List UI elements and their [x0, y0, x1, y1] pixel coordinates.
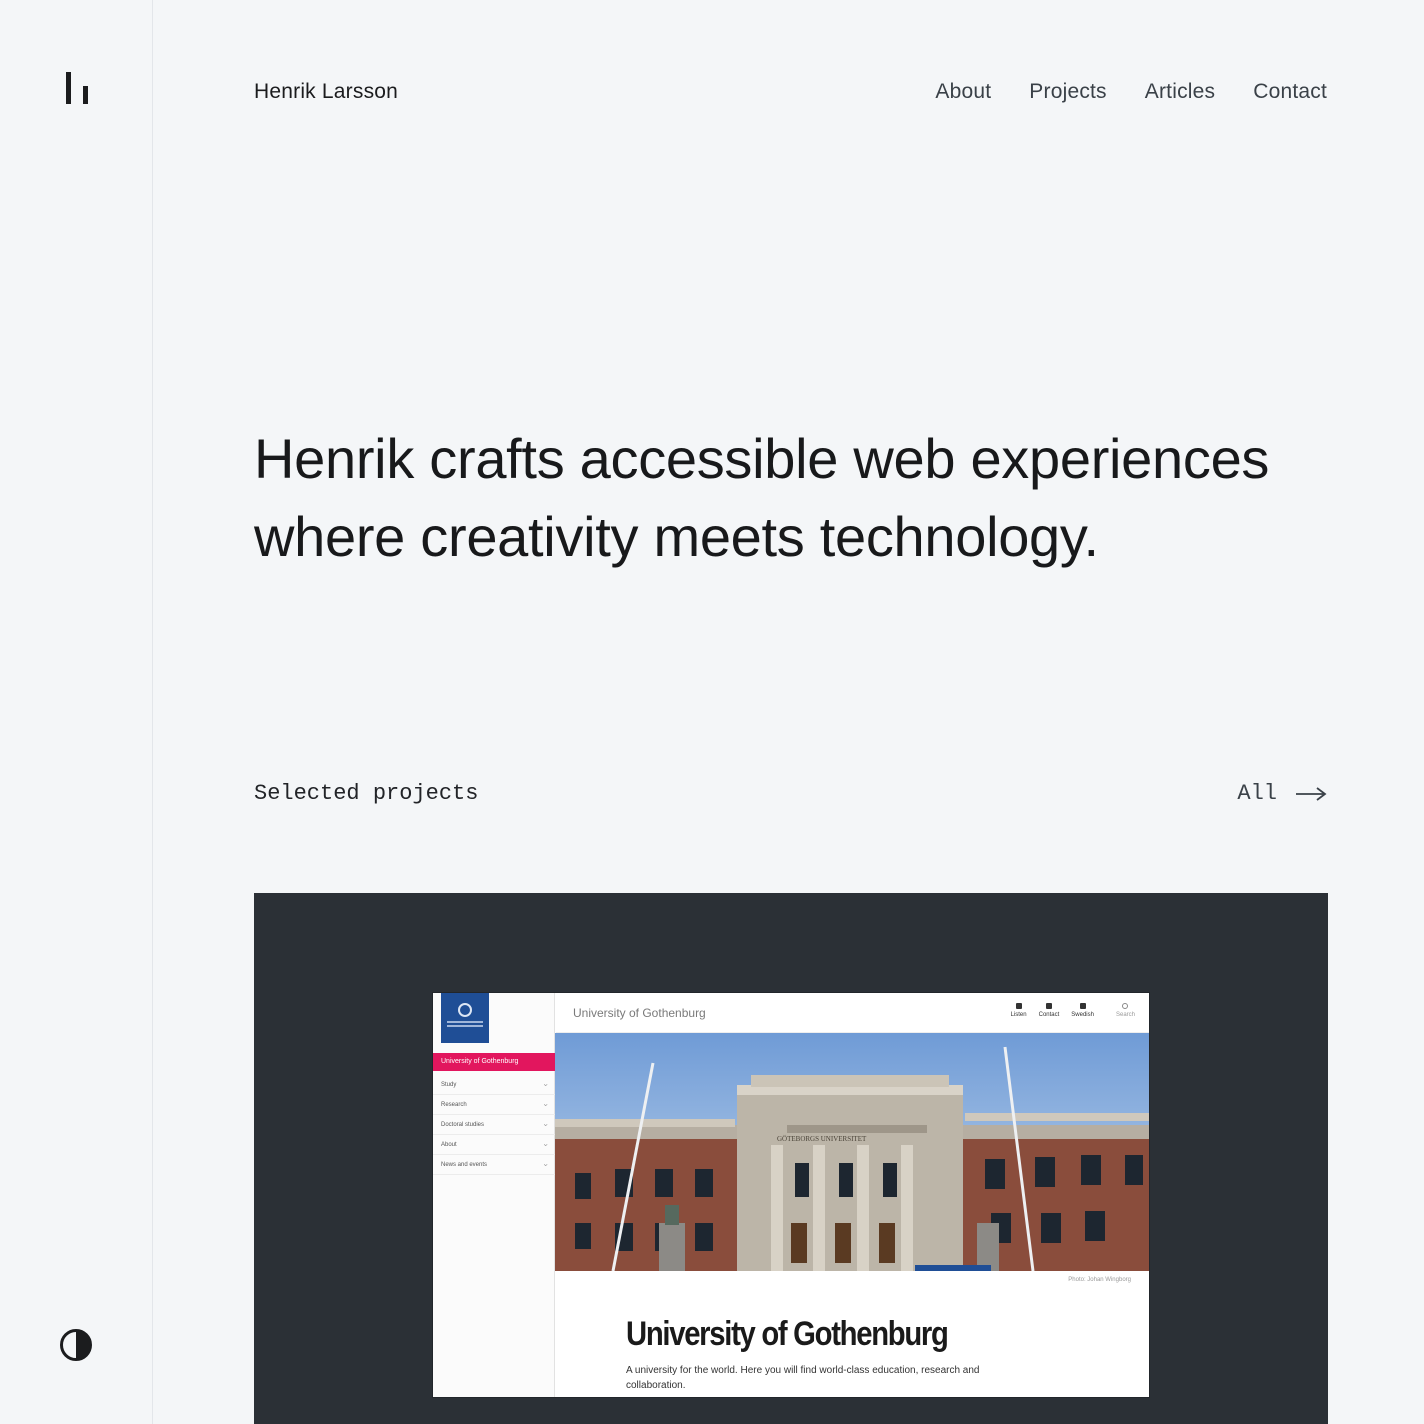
preview-topbar: University of Gothenburg Listen Contact … — [556, 993, 1149, 1033]
preview-menu-item: Study — [433, 1075, 555, 1095]
preview-tool-search: Search — [1116, 1003, 1135, 1018]
preview-tool-language: Swedish — [1071, 1003, 1094, 1018]
contrast-icon-svg — [60, 1329, 92, 1361]
preview-menu-item: Doctoral studies — [433, 1115, 555, 1135]
project-screenshot: University of Gothenburg Study Research … — [433, 993, 1149, 1397]
building-inscription: GÖTEBORGS UNIVERSITET — [777, 1135, 867, 1143]
preview-site-title: University of Gothenburg — [573, 1006, 706, 1020]
chat-icon — [1045, 1003, 1052, 1009]
arrow-right-icon — [1296, 786, 1327, 801]
preview-tool-label: Listen — [1010, 1012, 1027, 1018]
preview-tools: Listen Contact Swedish Search — [1011, 1003, 1135, 1018]
preview-sidebar: University of Gothenburg Study Research … — [433, 993, 555, 1397]
site-name-link[interactable]: Henrik Larsson — [254, 80, 398, 104]
preview-heading: University of Gothenburg — [626, 1315, 949, 1353]
preview-tool-contact: Contact — [1038, 1003, 1060, 1018]
logo-bar-tall — [66, 72, 71, 104]
seal-icon — [458, 1003, 472, 1017]
preview-hero-photo: GÖTEBORGS UNIVERSITET — [555, 1033, 1149, 1271]
main-nav: About Projects Articles Contact — [935, 80, 1327, 104]
preview-photo-credit: Photo: Johan Wingborg — [1068, 1277, 1131, 1283]
nav-projects[interactable]: Projects — [1029, 80, 1106, 104]
hl-logo-icon[interactable] — [66, 72, 92, 106]
globe-icon — [1079, 1003, 1086, 1009]
preview-menu: Study Research Doctoral studies About Ne… — [433, 1075, 555, 1175]
logo-wordmark — [447, 1021, 483, 1023]
preview-tool-label: Search — [1115, 1012, 1135, 1018]
preview-lede: A university for the world. Here you wil… — [626, 1365, 980, 1391]
preview-tool-label: Swedish — [1071, 1012, 1094, 1018]
nav-articles[interactable]: Articles — [1145, 80, 1215, 104]
left-rail — [0, 0, 153, 1424]
selected-projects-heading: Selected projects — [254, 781, 479, 806]
university-building-image: GÖTEBORGS UNIVERSITET — [555, 1033, 1149, 1271]
preview-menu-item: Research — [433, 1095, 555, 1115]
preview-active-menu-item: University of Gothenburg — [433, 1053, 555, 1071]
preview-menu-item: About — [433, 1135, 555, 1155]
nav-contact[interactable]: Contact — [1253, 80, 1327, 104]
search-icon — [1122, 1003, 1129, 1009]
all-projects-label: All — [1237, 781, 1277, 806]
speaker-icon — [1015, 1003, 1022, 1009]
nav-about[interactable]: About — [935, 80, 991, 104]
university-logo-icon — [441, 993, 489, 1043]
contrast-icon[interactable] — [59, 1328, 93, 1362]
logo-bar-short — [83, 86, 88, 104]
hero-heading: Henrik crafts accessible web experiences… — [254, 427, 1270, 568]
preview-tool-label: Contact — [1038, 1012, 1060, 1018]
all-projects-link[interactable]: All — [1237, 781, 1327, 806]
preview-tool-listen: Listen — [1011, 1003, 1027, 1018]
project-card-gothenburg[interactable]: University of Gothenburg Study Research … — [254, 893, 1328, 1424]
preview-menu-item: News and events — [433, 1155, 555, 1175]
